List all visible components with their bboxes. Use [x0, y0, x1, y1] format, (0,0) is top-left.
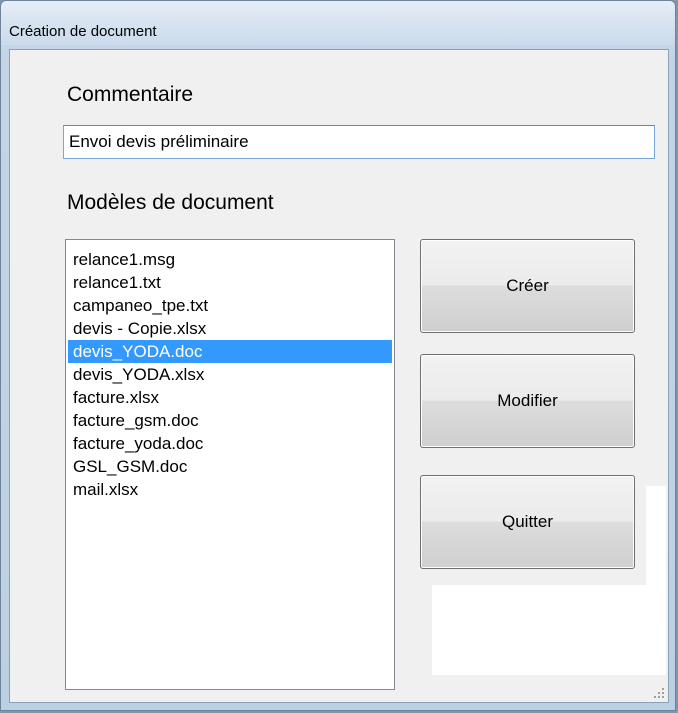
create-button[interactable]: Créer — [420, 239, 635, 333]
list-item[interactable]: relance1.txt — [68, 271, 392, 294]
dialog-client-area: Commentaire Modèles de document relance1… — [9, 49, 669, 703]
blank-area-edge — [646, 486, 666, 586]
list-item[interactable]: GSL_GSM.doc — [68, 455, 392, 478]
templates-label: Modèles de document — [67, 191, 274, 214]
list-item[interactable]: campaneo_tpe.txt — [68, 294, 392, 317]
list-item[interactable]: relance1.msg — [68, 248, 392, 271]
list-item[interactable]: facture.xlsx — [68, 386, 392, 409]
list-item-selected[interactable]: devis_YODA.doc — [68, 340, 392, 363]
templates-listbox[interactable]: relance1.msg relance1.txt campaneo_tpe.t… — [65, 239, 395, 690]
list-item[interactable]: devis - Copie.xlsx — [68, 317, 392, 340]
quit-button[interactable]: Quitter — [420, 475, 635, 569]
list-item[interactable]: facture_gsm.doc — [68, 409, 392, 432]
window-title: Création de document — [9, 23, 157, 40]
comment-input[interactable] — [63, 125, 655, 159]
modify-button[interactable]: Modifier — [420, 354, 635, 448]
comment-label: Commentaire — [67, 83, 194, 106]
title-bar[interactable]: Création de document — [1, 1, 675, 45]
list-item[interactable]: mail.xlsx — [68, 478, 392, 501]
blank-area — [432, 585, 666, 675]
resize-grip-icon[interactable] — [652, 686, 664, 698]
list-item[interactable]: facture_yoda.doc — [68, 432, 392, 455]
dialog-window: Création de document Commentaire Modèles… — [0, 0, 676, 711]
list-item[interactable]: devis_YODA.xlsx — [68, 363, 392, 386]
